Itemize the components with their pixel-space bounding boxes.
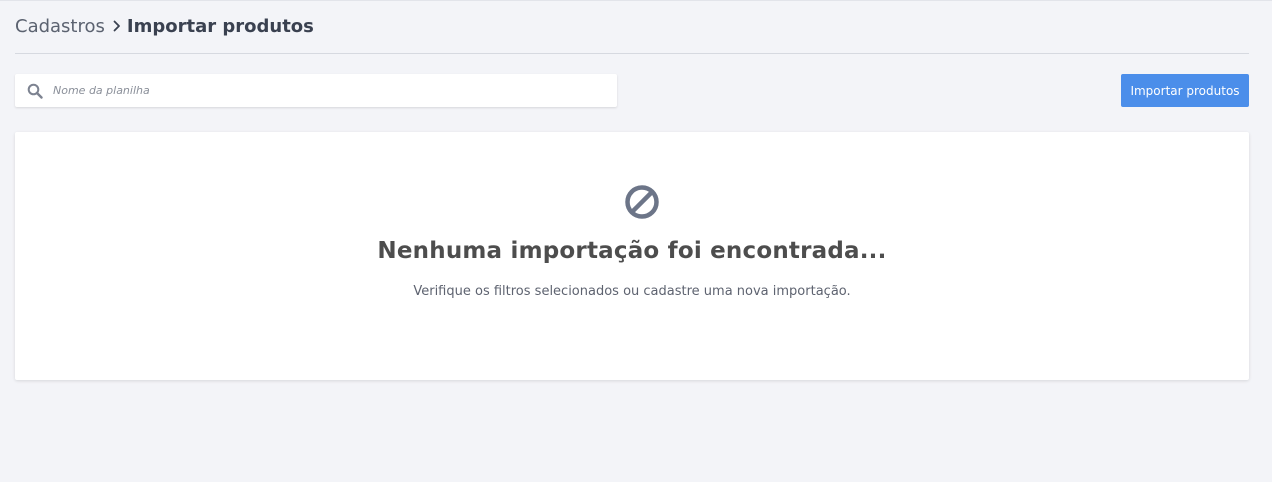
empty-state-subtitle: Verifique os filtros selecionados ou cad… <box>413 284 851 299</box>
empty-state-card: Nenhuma importação foi encontrada... Ver… <box>15 132 1249 380</box>
page-title: Importar produtos <box>126 15 314 37</box>
breadcrumb: Cadastros Importar produtos <box>15 14 314 38</box>
import-products-button[interactable]: Importar produtos <box>1121 74 1249 107</box>
block-icon <box>625 185 659 219</box>
search-icon <box>27 83 43 99</box>
chevron-right-icon <box>113 20 121 32</box>
search-bar[interactable] <box>15 74 617 107</box>
empty-state-title: Nenhuma importação foi encontrada... <box>377 238 887 264</box>
breadcrumb-parent-link[interactable]: Cadastros <box>15 16 105 37</box>
header-divider <box>15 53 1249 54</box>
top-border <box>0 0 1272 1</box>
search-input[interactable] <box>53 78 593 103</box>
